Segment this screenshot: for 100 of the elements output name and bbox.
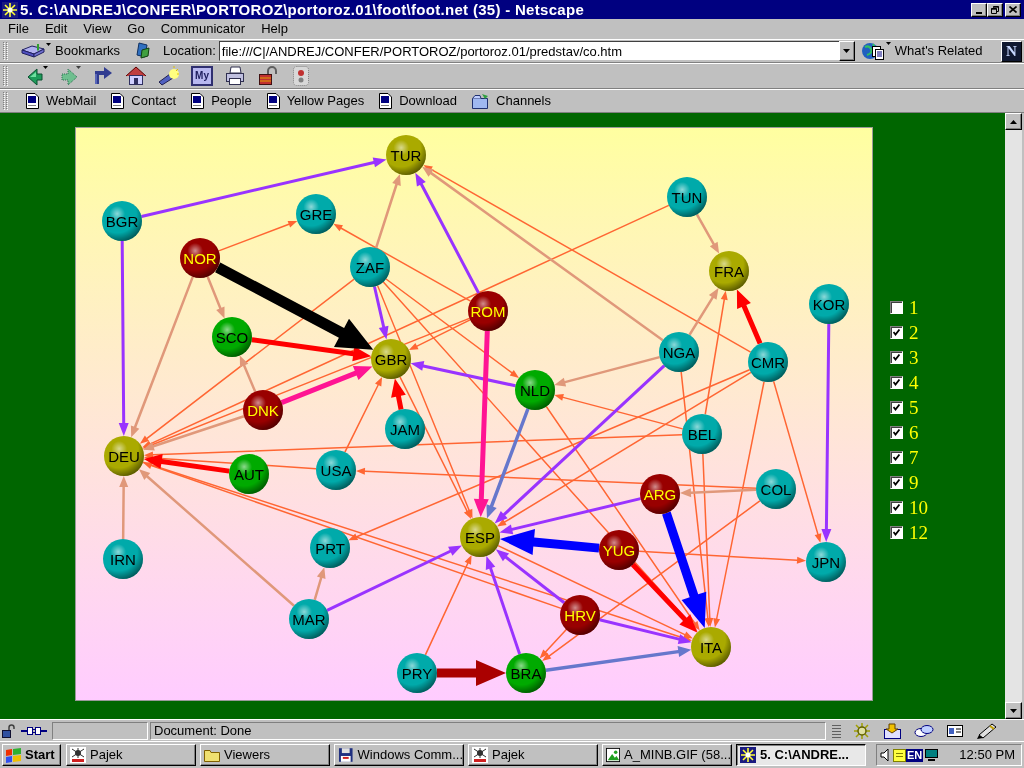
minimize-icon — [976, 11, 982, 14]
stop-icon[interactable] — [290, 65, 312, 87]
book-icon — [21, 42, 45, 60]
taskbar-button[interactable]: 5. C:\ANDRE... — [736, 744, 866, 766]
bookmark-button[interactable]: Contact — [110, 91, 177, 111]
taskbar-button[interactable]: Pajek — [66, 744, 196, 766]
legend-label: 5 — [909, 398, 919, 417]
grip-icon[interactable] — [2, 91, 9, 111]
bookmark-button[interactable]: WebMail — [25, 91, 97, 111]
speech-bubbles-icon[interactable] — [914, 723, 934, 738]
checkmark-icon — [893, 529, 900, 536]
checkbox[interactable] — [890, 526, 903, 539]
flashlight-icon[interactable] — [158, 65, 180, 87]
scroll-up-button[interactable] — [1005, 113, 1022, 130]
legend-label: 7 — [909, 448, 919, 467]
node-label: BRA — [510, 665, 542, 682]
printer-icon[interactable] — [224, 65, 246, 87]
taskbar-button[interactable]: A_MINB.GIF (58... — [602, 744, 732, 766]
language-indicator[interactable]: EN — [906, 748, 924, 762]
menu-item[interactable]: File — [3, 20, 34, 38]
checkmark-icon — [893, 429, 900, 436]
note-icon[interactable] — [893, 748, 906, 762]
scrollbar[interactable] — [1005, 113, 1022, 719]
arrow — [437, 660, 506, 686]
taskbar-button[interactable]: Pajek — [468, 744, 598, 766]
checkbox[interactable] — [890, 301, 903, 314]
node-label: PRY — [401, 665, 433, 682]
pen-icon[interactable] — [976, 722, 997, 739]
checkmark-icon — [893, 454, 900, 461]
arrow-left-icon[interactable] — [26, 65, 48, 87]
netscape-logo[interactable]: N — [1001, 40, 1022, 62]
whats-related-button[interactable]: What's Related — [860, 41, 983, 61]
url-field[interactable]: file:///C|/ANDREJ/CONFER/PORTOROZ/portoroz.01/predstav/co.htm — [218, 41, 839, 61]
legend-label: 9 — [909, 473, 919, 492]
node-label: AUT — [234, 466, 264, 483]
speaker-icon[interactable] — [880, 748, 890, 762]
node-label: BEL — [687, 426, 717, 443]
bookmark-button[interactable]: Download — [378, 91, 458, 111]
house-icon[interactable] — [125, 65, 147, 87]
menu-item[interactable]: View — [78, 20, 117, 38]
checkmark-icon — [893, 404, 900, 411]
my-button[interactable]: My — [191, 66, 213, 86]
checkbox[interactable] — [890, 501, 903, 514]
node-label: BGR — [105, 213, 139, 230]
bookmark-button[interactable]: Channels — [471, 91, 551, 111]
node-label: YUG — [602, 542, 636, 559]
scroll-down-button[interactable] — [1005, 702, 1022, 719]
checkmark-icon — [893, 354, 900, 361]
bookmark-button[interactable]: Yellow Pages — [265, 91, 365, 111]
page-icon[interactable] — [136, 42, 152, 60]
checkbox[interactable] — [890, 476, 903, 489]
monitor-icon[interactable] — [924, 748, 940, 762]
node-label: USA — [320, 462, 352, 479]
menu-item[interactable]: Go — [122, 20, 150, 38]
checkbox[interactable] — [890, 451, 903, 464]
node-label: PRT — [315, 540, 345, 557]
node-label: IRN — [110, 551, 136, 568]
curved-arrow-icon[interactable] — [92, 65, 114, 87]
address-card-icon[interactable] — [946, 723, 964, 738]
window-title: 5. C:\ANDREJ\CONFER\PORTOROZ\portoroz.01\foot\foot.net (35) - Netscape — [20, 1, 585, 18]
checkbox[interactable] — [890, 401, 903, 414]
bookmarks-button[interactable]: Bookmarks — [21, 41, 121, 61]
document-icon — [265, 93, 280, 109]
node-label: ZAF — [355, 259, 385, 276]
padlock-icon[interactable] — [257, 65, 279, 87]
folder-icon — [204, 748, 220, 762]
status-text: Document: Done — [150, 721, 826, 740]
inbox-icon[interactable] — [883, 722, 902, 739]
legend-label: 6 — [909, 423, 919, 442]
legend-label: 10 — [909, 498, 928, 517]
arrow — [119, 476, 129, 539]
node-label: HRV — [564, 607, 596, 624]
close-button[interactable] — [1005, 2, 1021, 17]
grip-icon[interactable] — [2, 41, 9, 61]
bookmark-button[interactable]: People — [190, 91, 252, 111]
plug-icon — [21, 724, 47, 737]
checkmark-icon — [893, 504, 900, 511]
minimize-button[interactable] — [971, 2, 987, 17]
document-icon — [25, 93, 39, 109]
padlock-icon[interactable] — [2, 723, 15, 738]
legend-label: 2 — [909, 323, 919, 342]
starburst-icon[interactable] — [2, 1, 18, 18]
checkbox[interactable] — [890, 376, 903, 389]
checkbox[interactable] — [890, 351, 903, 364]
grip-icon[interactable] — [2, 65, 9, 87]
checkbox[interactable] — [890, 426, 903, 439]
menu-item[interactable]: Help — [256, 20, 293, 38]
node-label: COL — [760, 481, 792, 498]
menu-item[interactable]: Edit — [39, 20, 73, 38]
restore-button[interactable] — [987, 2, 1003, 17]
grip-icon[interactable] — [832, 722, 841, 739]
restore-icon — [991, 5, 999, 14]
taskbar-button[interactable]: Viewers — [200, 744, 330, 766]
menu-item[interactable]: Communicator — [155, 20, 251, 38]
taskbar-button[interactable]: Windows Comm... — [334, 744, 464, 766]
checkbox[interactable] — [890, 326, 903, 339]
start-button[interactable]: Start — [2, 744, 61, 766]
wheel-icon[interactable] — [853, 721, 871, 740]
clock: 12:50 PM — [959, 746, 1015, 765]
caret-icon — [843, 49, 851, 53]
